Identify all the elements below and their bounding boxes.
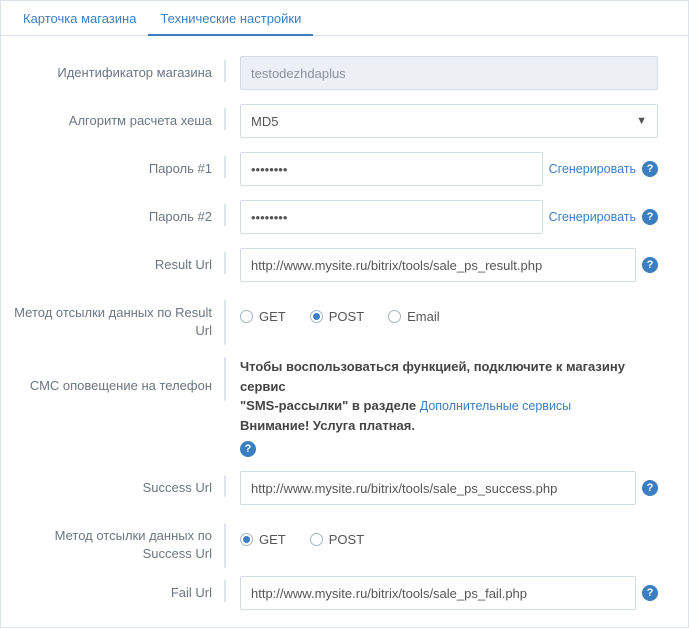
tab-shop-card[interactable]: Карточка магазина <box>11 1 148 36</box>
settings-panel: Карточка магазина Технические настройки … <box>0 0 689 628</box>
form: Идентификатор магазина testodezhdaplus А… <box>1 36 688 628</box>
radio-label: GET <box>259 309 286 324</box>
help-icon[interactable]: ? <box>642 209 658 225</box>
hash-algo-value: MD5 <box>251 114 278 129</box>
tab-tech-settings[interactable]: Технические настройки <box>148 1 313 36</box>
label-password1: Пароль #1 <box>11 152 226 178</box>
generate-password1-link[interactable]: Сгенерировать <box>549 162 636 176</box>
label-success-method: Метод отсылки данных по Success Url <box>11 519 226 562</box>
result-method-email[interactable]: Email <box>388 309 440 324</box>
radio-label: POST <box>329 532 364 547</box>
help-icon[interactable]: ? <box>642 480 658 496</box>
row-fail-url: Fail Url ? <box>11 576 658 610</box>
password2-input[interactable] <box>240 200 543 234</box>
row-hash-algo: Алгоритм расчета хеша MD5 ▼ <box>11 104 658 138</box>
radio-icon <box>240 310 253 323</box>
password1-input[interactable] <box>240 152 543 186</box>
row-password1: Пароль #1 Сгенерировать ? <box>11 152 658 186</box>
label-fail-url: Fail Url <box>11 576 226 602</box>
result-method-group: GET POST Email <box>240 303 440 324</box>
label-hash-algo: Алгоритм расчета хеша <box>11 104 226 130</box>
label-sms-notice: СМС оповещение на телефон <box>11 353 226 395</box>
label-fail-method: Метод отсылки данных по Fail Url <box>11 624 226 628</box>
tabs: Карточка магазина Технические настройки <box>1 1 688 36</box>
help-icon[interactable]: ? <box>642 161 658 177</box>
label-result-url: Result Url <box>11 248 226 274</box>
radio-icon <box>310 310 323 323</box>
sms-notice-text: Чтобы воспользоваться функцией, подключи… <box>240 357 658 435</box>
radio-label: POST <box>329 309 364 324</box>
success-url-input[interactable] <box>240 471 636 505</box>
radio-label: Email <box>407 309 440 324</box>
row-success-method: Метод отсылки данных по Success Url GET … <box>11 519 658 562</box>
row-sms-notice: СМС оповещение на телефон Чтобы воспольз… <box>11 353 658 457</box>
radio-label: GET <box>259 532 286 547</box>
help-icon[interactable]: ? <box>642 257 658 273</box>
label-password2: Пароль #2 <box>11 200 226 226</box>
row-fail-method: Метод отсылки данных по Fail Url GET POS… <box>11 624 658 628</box>
help-icon[interactable]: ? <box>642 585 658 601</box>
generate-password2-link[interactable]: Сгенерировать <box>549 210 636 224</box>
row-result-url: Result Url ? <box>11 248 658 282</box>
success-method-group: GET POST <box>240 526 364 547</box>
row-success-url: Success Url ? <box>11 471 658 505</box>
label-shop-id: Идентификатор магазина <box>11 56 226 82</box>
row-password2: Пароль #2 Сгенерировать ? <box>11 200 658 234</box>
success-method-post[interactable]: POST <box>310 532 364 547</box>
row-shop-id: Идентификатор магазина testodezhdaplus <box>11 56 658 90</box>
result-url-input[interactable] <box>240 248 636 282</box>
sms-line1a: Чтобы воспользоваться функцией, подключи… <box>240 359 625 394</box>
radio-icon <box>240 533 253 546</box>
hash-algo-select[interactable]: MD5 ▼ <box>240 104 658 138</box>
help-icon[interactable]: ? <box>240 441 256 457</box>
row-result-method: Метод отсылки данных по Result Url GET P… <box>11 296 658 339</box>
fail-url-input[interactable] <box>240 576 636 610</box>
sms-line2: Внимание! Услуга платная. <box>240 418 415 433</box>
label-result-method: Метод отсылки данных по Result Url <box>11 296 226 339</box>
additional-services-link[interactable]: Дополнительные сервисы <box>420 399 571 413</box>
chevron-down-icon: ▼ <box>636 115 647 127</box>
success-method-get[interactable]: GET <box>240 532 286 547</box>
sms-line1b: "SMS-рассылки" в разделе <box>240 398 420 413</box>
shop-id-field: testodezhdaplus <box>240 56 658 90</box>
result-method-post[interactable]: POST <box>310 309 364 324</box>
label-success-url: Success Url <box>11 471 226 497</box>
result-method-get[interactable]: GET <box>240 309 286 324</box>
radio-icon <box>388 310 401 323</box>
radio-icon <box>310 533 323 546</box>
